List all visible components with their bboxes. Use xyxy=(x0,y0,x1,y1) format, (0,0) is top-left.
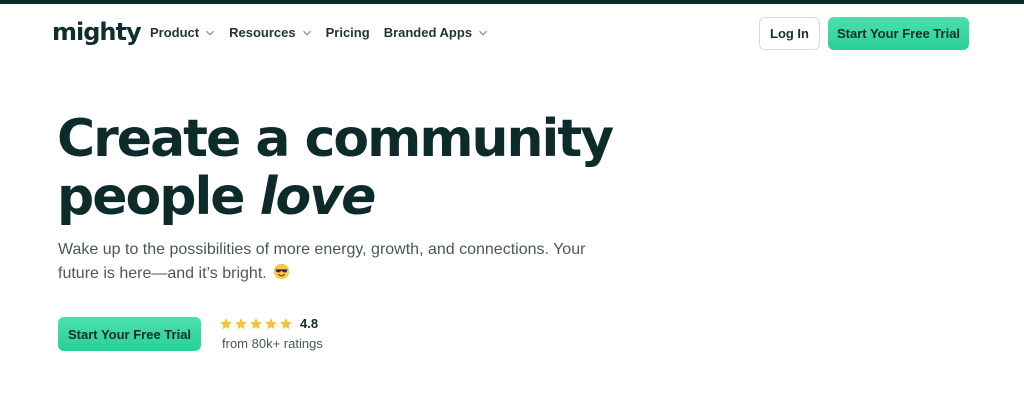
nav-item-label: Product xyxy=(150,25,200,40)
star-icon xyxy=(235,317,247,329)
nav-item-branded-apps[interactable]: Branded Apps xyxy=(384,25,488,40)
hero-title: Create a community people love xyxy=(57,110,657,226)
main-nav: Product Resources Pricing Branded Apps xyxy=(150,25,502,40)
smiling-face-with-sunglasses-icon xyxy=(273,263,290,280)
nav-item-label: Branded Apps xyxy=(383,25,473,40)
nav-item-label: Pricing xyxy=(325,25,370,40)
chevron-down-icon xyxy=(302,28,312,38)
start-free-trial-nav-button[interactable]: Start Your Free Trial xyxy=(828,17,969,50)
login-button[interactable]: Log In xyxy=(759,17,820,50)
nav-item-resources[interactable]: Resources xyxy=(229,25,311,40)
star-icon xyxy=(250,317,262,329)
nav-item-product[interactable]: Product xyxy=(150,25,215,40)
start-free-trial-hero-button[interactable]: Start Your Free Trial xyxy=(58,317,201,351)
rating-summary: 4.8 from 80k+ ratings xyxy=(219,316,323,351)
mighty-logo[interactable]: mighty xyxy=(52,18,142,46)
rating-count: from 80k+ ratings xyxy=(222,336,323,351)
hero-subtitle-text: Wake up to the possibilities of more ene… xyxy=(58,241,586,282)
star-icon xyxy=(265,317,277,329)
rating-score: 4.8 xyxy=(300,316,319,331)
hero-title-line1: Create a community xyxy=(57,109,614,169)
star-rating: 4.8 xyxy=(219,316,323,331)
nav-item-pricing[interactable]: Pricing xyxy=(326,25,370,40)
nav-item-label: Resources xyxy=(229,25,296,40)
hero-subtitle: Wake up to the possibilities of more ene… xyxy=(58,238,598,286)
site-header: mighty Product Resources Pricing Branded… xyxy=(0,4,1024,62)
chevron-down-icon xyxy=(478,28,488,38)
chevron-down-icon xyxy=(205,28,215,38)
hero-title-line2-prefix: people xyxy=(57,167,260,227)
star-icon xyxy=(220,317,232,329)
star-icon xyxy=(280,317,292,329)
hero-title-emphasis: love xyxy=(259,167,377,227)
